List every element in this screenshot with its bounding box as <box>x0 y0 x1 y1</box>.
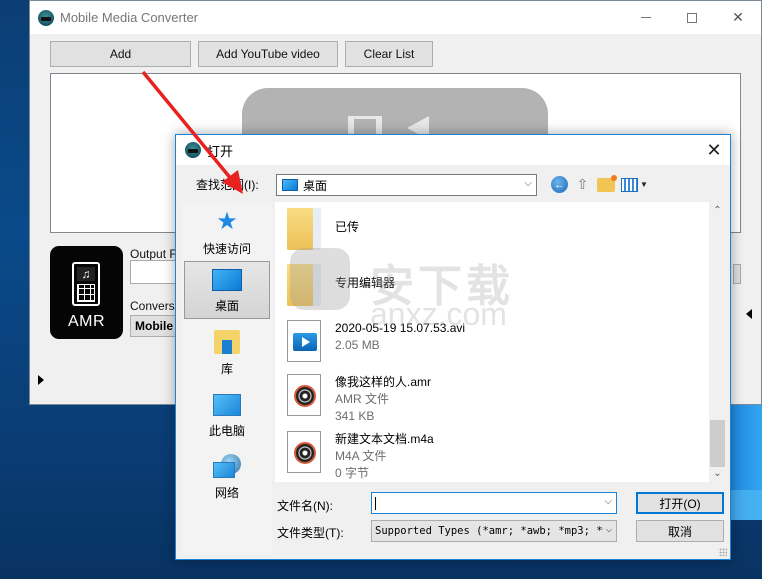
file-type-value: Supported Types (*amr; *awb; *mp3; *w <box>375 525 609 537</box>
close-button[interactable]: ✕ <box>715 1 761 34</box>
folder-icon <box>287 264 321 306</box>
file-item[interactable]: 已传 <box>287 208 359 258</box>
audio-file-icon <box>287 374 321 416</box>
dialog-close-button[interactable]: ✕ <box>698 135 730 165</box>
file-name: 新建文本文档.m4a <box>335 432 434 446</box>
collapse-arrow-icon[interactable] <box>746 309 752 319</box>
place-library[interactable]: 库 <box>184 323 270 381</box>
expand-arrow-icon[interactable] <box>38 375 44 385</box>
close-icon: ✕ <box>732 9 744 25</box>
file-item[interactable]: 像我这样的人.amr AMR 文件 341 KB <box>287 374 431 424</box>
output-format-icon[interactable]: ♫ AMR <box>50 246 123 339</box>
file-name: 专用编辑器 <box>335 276 396 290</box>
place-label: 网络 <box>214 486 239 500</box>
scroll-up-icon[interactable]: ⌃ <box>709 202 726 219</box>
file-name: 像我这样的人.amr <box>335 375 432 389</box>
cancel-button[interactable]: 取消 <box>636 520 724 542</box>
file-size: 0 字节 <box>335 466 370 480</box>
open-button[interactable]: 打开(O) <box>636 492 724 514</box>
place-quick-access[interactable]: ★ 快速访问 <box>184 203 270 261</box>
scrollbar-thumb[interactable] <box>710 420 725 467</box>
look-in-value: 桌面 <box>303 178 328 193</box>
place-label: 快速访问 <box>202 242 251 256</box>
text-caret <box>375 496 376 510</box>
add-youtube-video-button[interactable]: Add YouTube video <box>198 41 338 67</box>
chevron-down-icon: ⌵ <box>524 178 532 189</box>
library-icon <box>214 330 240 354</box>
dialog-title-bar: 打开 <box>176 135 730 165</box>
place-desktop[interactable]: 桌面 <box>184 261 270 319</box>
place-label: 此电脑 <box>208 424 245 438</box>
look-in-select[interactable]: 桌面 ⌵ <box>276 174 537 196</box>
maximize-icon <box>687 12 697 23</box>
minimize-icon <box>641 17 651 18</box>
phone-icon: ♫ <box>72 262 100 306</box>
side-button[interactable] <box>733 264 741 284</box>
video-file-icon <box>287 320 321 362</box>
file-size: 341 KB <box>335 409 375 423</box>
file-name-label: 文件名(N): <box>277 499 333 513</box>
app-icon <box>38 9 54 26</box>
file-type-select[interactable]: Supported Types (*amr; *awb; *mp3; *w ⌵ <box>371 520 617 542</box>
minimize-button[interactable] <box>623 1 669 34</box>
place-network[interactable]: 网络 <box>184 447 270 505</box>
file-item[interactable]: 新建文本文档.m4a M4A 文件 0 字节 <box>287 431 434 481</box>
file-type: M4A 文件 <box>335 449 387 463</box>
audio-file-icon <box>287 431 321 473</box>
format-label: AMR <box>67 313 106 330</box>
main-window-title: Mobile Media Converter <box>60 10 199 25</box>
file-type: AMR 文件 <box>335 392 390 406</box>
desktop-icon <box>282 179 298 191</box>
keypad-icon <box>77 284 95 302</box>
main-toolbar: Add Add YouTube video Clear List <box>50 41 433 67</box>
chevron-down-icon: ⌵ <box>602 524 612 535</box>
file-name-input[interactable]: ⌵ <box>371 492 617 514</box>
place-label: 库 <box>220 362 233 376</box>
file-size: 2.05 MB <box>335 338 380 352</box>
places-bar: ★ 快速访问 桌面 库 此电脑 网络 <box>182 203 272 555</box>
computer-icon <box>213 394 241 416</box>
file-item[interactable]: 专用编辑器 <box>287 264 395 314</box>
add-button[interactable]: Add <box>50 41 191 67</box>
conversion-label: Conversi <box>130 299 178 313</box>
chevron-down-icon[interactable]: ⌵ <box>604 496 612 507</box>
app-icon <box>185 142 201 158</box>
folder-icon <box>287 208 321 250</box>
file-name: 已传 <box>335 220 360 234</box>
output-folder-label: Output F <box>130 247 177 261</box>
network-icon <box>213 454 241 478</box>
view-menu-caret-icon[interactable]: ▼ <box>640 180 648 189</box>
star-icon: ★ <box>216 208 238 235</box>
close-icon: ✕ <box>706 139 722 160</box>
new-folder-icon[interactable] <box>597 174 617 192</box>
desktop-icon <box>212 269 242 291</box>
file-list-scrollbar[interactable]: ⌃ ⌄ <box>709 202 726 482</box>
resize-grip[interactable] <box>719 548 727 556</box>
scroll-down-icon[interactable]: ⌄ <box>709 465 726 482</box>
maximize-button[interactable] <box>669 1 715 34</box>
music-note-icon: ♫ <box>77 267 95 281</box>
place-this-pc[interactable]: 此电脑 <box>184 385 270 443</box>
view-menu-icon[interactable] <box>621 177 638 192</box>
dialog-title: 打开 <box>207 143 234 159</box>
file-name: 2020-05-19 15.07.53.avi <box>335 321 466 335</box>
up-folder-icon[interactable]: ⇧ <box>574 176 591 193</box>
window-controls: ✕ <box>623 1 761 34</box>
file-list[interactable]: 已传 专用编辑器 2020-05-19 15.07.53.avi 2.05 MB… <box>275 202 709 482</box>
place-label: 桌面 <box>214 299 239 313</box>
file-item[interactable]: 2020-05-19 15.07.53.avi 2.05 MB <box>287 320 465 370</box>
back-icon[interactable]: ← <box>551 176 568 193</box>
open-file-dialog: 打开 ✕ 查找范围(I): 桌面 ⌵ ← ⇧ ▼ ★ 快速访问 桌面 库 此电脑 <box>175 134 731 560</box>
look-in-label: 查找范围(I): <box>196 178 259 192</box>
dialog-nav-toolbar: ← ⇧ ▼ <box>551 174 648 193</box>
file-type-label: 文件类型(T): <box>277 526 344 540</box>
clear-list-button[interactable]: Clear List <box>345 41 433 67</box>
